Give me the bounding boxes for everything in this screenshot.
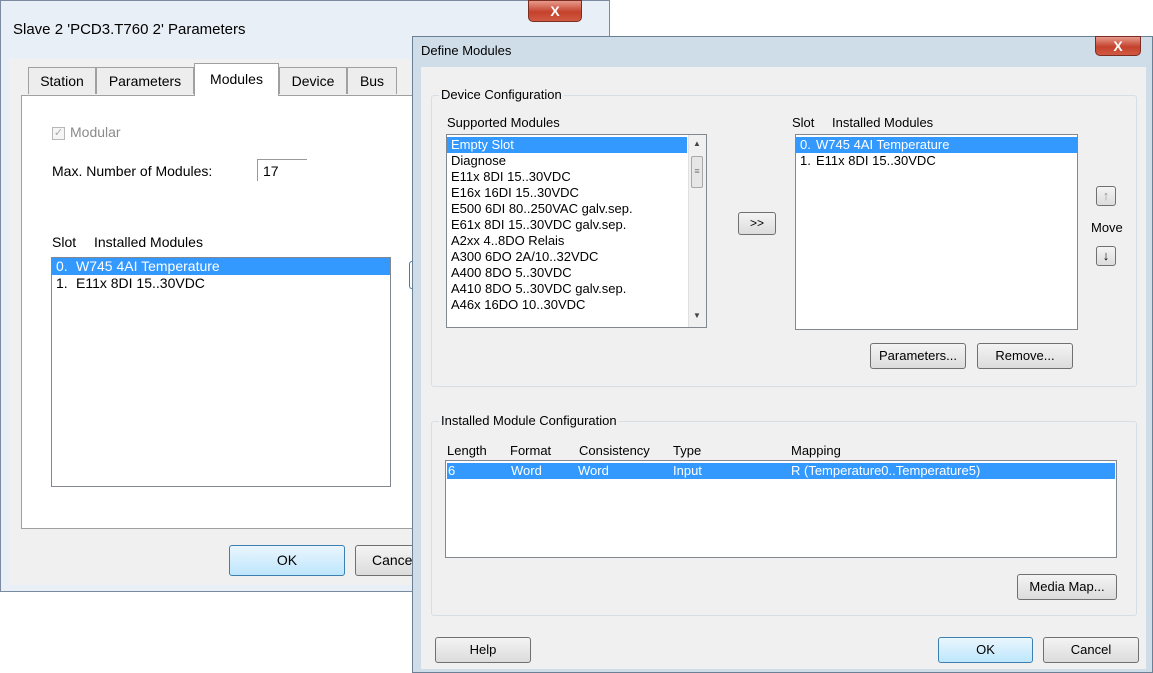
supported-modules-list[interactable]: Empty Slot Diagnose E11x 8DI 15..30VDC E… xyxy=(446,134,707,328)
installed-modules-header: Installed Modules xyxy=(832,115,934,130)
vertical-scrollbar[interactable]: ▲ ≡ ▼ xyxy=(688,135,706,327)
cell-format: Word xyxy=(511,463,542,478)
cancel-button[interactable]: Cancel xyxy=(1043,637,1139,663)
list-item[interactable]: E11x 8DI 15..30VDC xyxy=(447,169,687,185)
installed-modules-list[interactable]: 0. W745 4AI Temperature 1. E11x 8DI 15..30… xyxy=(795,134,1078,330)
move-down-button[interactable]: ↓ xyxy=(1096,246,1116,266)
list-item[interactable]: Diagnose xyxy=(447,153,687,169)
ok-button[interactable]: OK xyxy=(938,637,1033,663)
list-item[interactable]: 1. E11x 8DI 15..30VDC xyxy=(52,275,390,292)
parameters-button[interactable]: Parameters... xyxy=(870,343,966,369)
scroll-down-icon[interactable]: ▼ xyxy=(693,311,701,320)
cell-consistency: Word xyxy=(578,463,609,478)
cell-mapping: R (Temperature0..Temperature5) xyxy=(791,463,981,478)
scroll-up-icon[interactable]: ▲ xyxy=(693,139,701,148)
modular-label: Modular xyxy=(70,124,121,140)
installed-modules-list[interactable]: 0. W745 4AI Temperature 1. E11x 8DI 15..30… xyxy=(51,257,391,487)
cell-type: Input xyxy=(673,463,702,478)
max-modules-field[interactable]: 17 xyxy=(257,159,307,181)
list-item[interactable]: A300 6DO 2A/10..32VDC xyxy=(447,249,687,265)
list-item[interactable]: Empty Slot xyxy=(447,137,687,153)
tab-bus[interactable]: Bus xyxy=(347,67,397,94)
scroll-thumb[interactable]: ≡ xyxy=(691,156,703,188)
max-modules-label: Max. Number of Modules: xyxy=(52,163,213,179)
arrow-down-icon: ↓ xyxy=(1102,248,1110,263)
close-icon: X xyxy=(550,3,560,19)
list-item[interactable]: E500 6DI 80..250VAC galv.sep. xyxy=(447,201,687,217)
supported-modules-label: Supported Modules xyxy=(447,115,560,130)
module-configuration-list[interactable]: 6 Word Word Input R (Temperature0..Tempe… xyxy=(445,460,1117,558)
tab-station[interactable]: Station xyxy=(28,67,96,94)
cell-length: 6 xyxy=(448,463,456,478)
list-item[interactable]: 0. W745 4AI Temperature xyxy=(796,137,1077,153)
column-header-consistency: Consistency xyxy=(579,443,650,458)
column-header-format: Format xyxy=(510,443,552,458)
list-item[interactable]: A410 8DO 5..30VDC galv.sep. xyxy=(447,281,687,297)
table-row[interactable]: 6 Word Word Input R (Temperature0..Tempe… xyxy=(447,463,1115,479)
installed-modules-header: Installed Modules xyxy=(94,234,203,250)
arrow-up-icon: ↑ xyxy=(1102,188,1110,203)
slot-header: Slot xyxy=(792,115,815,130)
column-header-length: Length xyxy=(447,443,487,458)
list-item[interactable]: A400 8DO 5..30VDC xyxy=(447,265,687,281)
define-modules-dialog: Define Modules X Device Configuration Su… xyxy=(412,36,1153,673)
move-up-button[interactable]: ↑ xyxy=(1096,186,1116,206)
list-item[interactable]: A2xx 4..8DO Relais xyxy=(447,233,687,249)
close-icon: X xyxy=(1113,38,1123,54)
tab-device[interactable]: Device xyxy=(279,67,347,94)
list-item[interactable]: 1. E11x 8DI 15..30VDC xyxy=(796,153,1077,169)
add-module-button[interactable]: >> xyxy=(738,212,776,235)
modular-checkbox[interactable]: ✓ xyxy=(52,127,65,140)
column-header-type: Type xyxy=(673,443,702,458)
media-map-button[interactable]: Media Map... xyxy=(1017,574,1117,600)
ok-button[interactable]: OK xyxy=(229,545,345,576)
list-item[interactable]: A46x 16DO 10..30VDC xyxy=(447,297,687,313)
column-header-mapping: Mapping xyxy=(791,443,841,458)
installed-module-configuration-label: Installed Module Configuration xyxy=(439,413,619,428)
slot-header: Slot xyxy=(52,234,77,250)
list-item[interactable]: E61x 8DI 15..30VDC galv.sep. xyxy=(447,217,687,233)
tab-parameters[interactable]: Parameters xyxy=(96,67,194,94)
tab-modules[interactable]: Modules xyxy=(194,63,279,96)
move-label: Move xyxy=(1091,220,1123,235)
list-item[interactable]: E16x 16DI 15..30VDC xyxy=(447,185,687,201)
dialog-title: Slave 2 'PCD3.T760 2' Parameters xyxy=(13,21,246,38)
help-button[interactable]: Help xyxy=(435,637,531,663)
list-item[interactable]: 0. W745 4AI Temperature xyxy=(52,258,390,275)
close-button[interactable]: X xyxy=(1095,36,1141,56)
remove-button[interactable]: Remove... xyxy=(977,343,1073,369)
close-button[interactable]: X xyxy=(528,0,582,22)
dialog-title: Define Modules xyxy=(421,43,512,58)
device-configuration-label: Device Configuration xyxy=(439,87,564,102)
